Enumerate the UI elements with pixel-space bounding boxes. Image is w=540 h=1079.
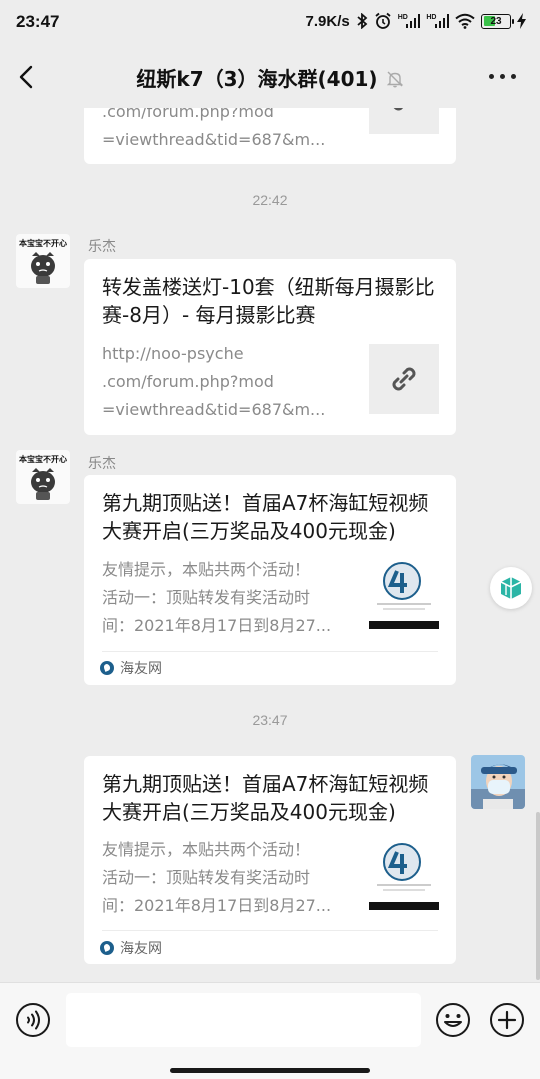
avatar[interactable]: 本宝宝不开心 bbox=[16, 450, 70, 504]
input-bar bbox=[0, 982, 540, 1079]
chat-title: 纽斯k7（3）海水群(401) bbox=[0, 63, 540, 92]
signal-1: HD bbox=[398, 14, 421, 28]
message-input[interactable] bbox=[66, 993, 421, 1047]
chat-title-text: 纽斯k7（3）海水群(401) bbox=[136, 67, 378, 91]
link-thumbnail bbox=[369, 108, 439, 134]
link-desc: .com/forum.php?mod =viewthread&tid=687&m… bbox=[102, 108, 326, 149]
article-card[interactable]: 第九期顶贴送！首届A7杯海缸短视频大赛开启(三万奖品及400元现金) 友情提示，… bbox=[84, 756, 456, 964]
signal-2: HD bbox=[426, 14, 449, 28]
divider bbox=[102, 930, 438, 931]
timestamp: 23:47 bbox=[252, 712, 288, 728]
home-indicator[interactable] bbox=[170, 1068, 370, 1073]
alarm-icon bbox=[375, 12, 391, 29]
sender-name: 乐杰 bbox=[88, 239, 116, 255]
svg-text:本宝宝不开心: 本宝宝不开心 bbox=[18, 238, 67, 248]
article-title: 第九期顶贴送！首届A7杯海缸短视频大赛开启(三万奖品及400元现金) bbox=[102, 772, 429, 824]
source-logo-icon bbox=[100, 661, 114, 675]
battery-icon: 23 bbox=[481, 13, 514, 29]
link-thumbnail bbox=[369, 344, 439, 414]
signal-bars-icon bbox=[405, 14, 421, 28]
link-icon bbox=[393, 108, 404, 111]
article-desc: 友情提示，本贴共两个活动！ 活动一：顶贴转发有奖活动时 间：2021年8月17日… bbox=[102, 560, 332, 635]
article-title: 第九期顶贴送！首届A7杯海缸短视频大赛开启(三万奖品及400元现金) bbox=[102, 491, 429, 543]
timestamp: 22:42 bbox=[252, 192, 288, 208]
article-thumbnail bbox=[369, 838, 439, 910]
more-dots-icon[interactable] bbox=[489, 74, 516, 79]
svg-text:本宝宝不开心: 本宝宝不开心 bbox=[18, 454, 67, 464]
link-icon bbox=[392, 367, 416, 391]
sender-name: 乐杰 bbox=[88, 456, 116, 472]
charging-icon bbox=[517, 13, 526, 29]
article-source: 海友网 bbox=[100, 938, 162, 958]
self-avatar[interactable] bbox=[471, 755, 525, 809]
avatar-image: 本宝宝不开心 bbox=[16, 450, 70, 504]
article-desc: 友情提示，本贴共两个活动！ 活动一：顶贴转发有奖活动时 间：2021年8月17日… bbox=[102, 840, 332, 915]
source-logo-icon bbox=[100, 941, 114, 955]
network-speed: 7.9K/s bbox=[305, 12, 350, 30]
scrollbar[interactable] bbox=[536, 812, 540, 980]
signal-bars-icon bbox=[434, 14, 449, 28]
emoji-icon[interactable] bbox=[435, 1002, 471, 1038]
link-desc: http://noo-psyche .com/forum.php?mod =vi… bbox=[102, 344, 326, 419]
message-list[interactable]: .com/forum.php?mod =viewthread&tid=687&m… bbox=[0, 108, 540, 982]
status-time: 23:47 bbox=[16, 12, 60, 31]
wifi-icon bbox=[455, 13, 475, 29]
bluetooth-icon bbox=[357, 13, 368, 29]
article-thumbnail bbox=[369, 557, 439, 629]
article-source: 海友网 bbox=[100, 658, 162, 678]
plus-icon[interactable] bbox=[489, 1002, 525, 1038]
link-card[interactable]: 转发盖楼送灯-10套（纽斯每月摄影比赛-8月）- 每月摄影比赛 http://n… bbox=[84, 259, 456, 435]
status-bar: 23:47 7.9K/s HD HD 23 bbox=[0, 0, 540, 46]
link-title: 转发盖楼送灯-10套（纽斯每月摄影比赛-8月）- 每月摄影比赛 bbox=[102, 275, 435, 327]
divider bbox=[102, 651, 438, 652]
floating-window-button[interactable] bbox=[490, 567, 532, 609]
avatar-image bbox=[471, 755, 525, 809]
avatar[interactable]: 本宝宝不开心 bbox=[16, 234, 70, 288]
cube-icon bbox=[500, 577, 522, 599]
voice-icon[interactable] bbox=[15, 1002, 51, 1038]
article-card[interactable]: 第九期顶贴送！首届A7杯海缸短视频大赛开启(三万奖品及400元现金) 友情提示，… bbox=[84, 475, 456, 685]
status-icons: 7.9K/s HD HD 23 bbox=[306, 12, 526, 30]
bell-off-icon bbox=[386, 71, 403, 88]
link-card[interactable]: .com/forum.php?mod =viewthread&tid=687&m… bbox=[84, 108, 456, 164]
avatar-image: 本宝宝不开心 bbox=[16, 234, 70, 288]
chat-header: 纽斯k7（3）海水群(401) bbox=[0, 46, 540, 108]
